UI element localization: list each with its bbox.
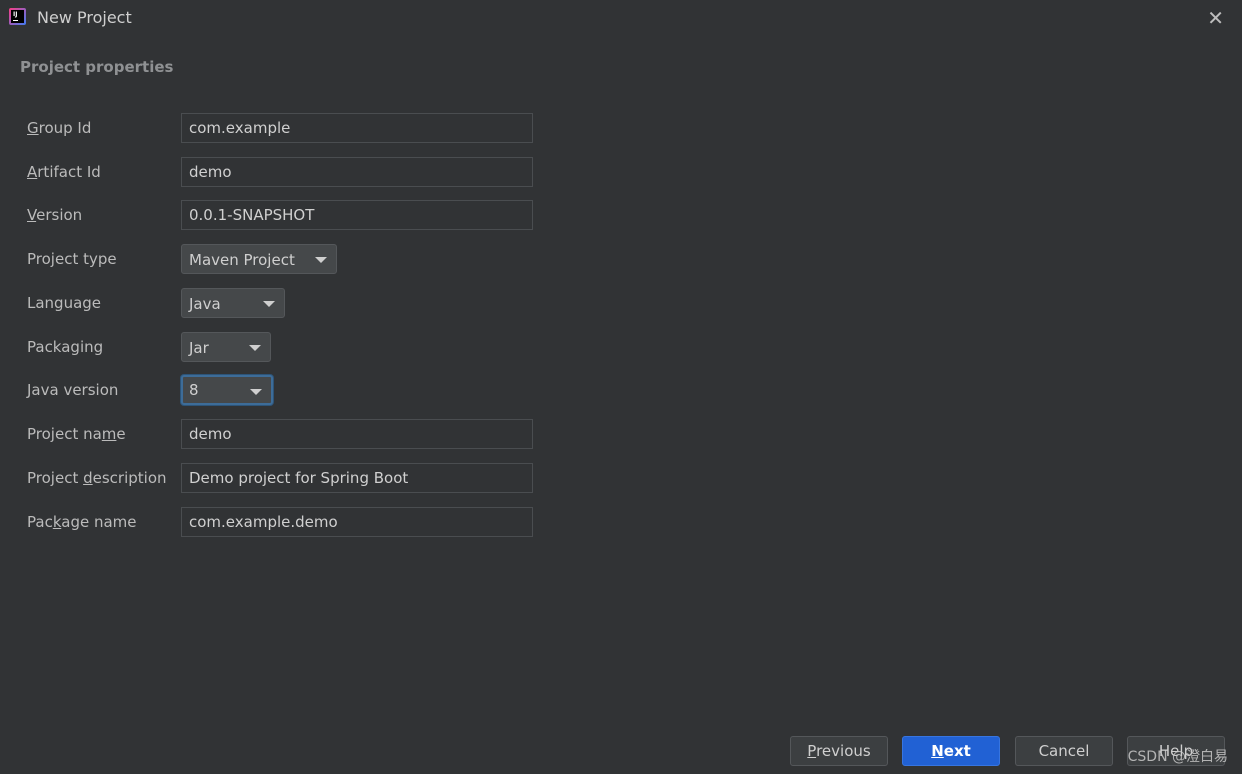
close-icon[interactable]: ✕ [1207, 6, 1224, 30]
chevron-down-icon [250, 389, 262, 395]
package-name-input[interactable]: com.example.demo [181, 507, 533, 537]
java-version-label: Java version [27, 381, 119, 399]
cancel-button[interactable]: Cancel [1015, 736, 1113, 766]
version-input[interactable]: 0.0.1-SNAPSHOT [181, 200, 533, 230]
project-type-selected-value: Maven Project [189, 251, 295, 269]
package-name-label: Package name [27, 513, 137, 531]
language-label: Language [27, 294, 102, 312]
watermark: CSDN @澄白易 [1127, 749, 1228, 765]
artifact-id-label: Artifact Id [27, 163, 101, 181]
project-type-dropdown[interactable]: Maven Project [181, 244, 337, 274]
language-selected-value: Java [189, 295, 221, 313]
packaging-label: Packaging [27, 338, 104, 356]
version-label: Version [27, 206, 83, 224]
project-type-label: Project type [27, 250, 117, 268]
chevron-down-icon [249, 345, 261, 351]
project-name-label: Project name [27, 425, 126, 443]
previous-button[interactable]: Previous [790, 736, 888, 766]
java-version-selected-value: 8 [189, 381, 199, 399]
chevron-down-icon [315, 257, 327, 263]
next-button[interactable]: Next [902, 736, 1000, 766]
previous-label: Previous [807, 742, 871, 760]
packaging-selected-value: Jar [189, 339, 209, 357]
project-description-label: Project description [27, 469, 167, 487]
java-version-dropdown[interactable]: 8 [181, 375, 273, 405]
language-dropdown[interactable]: Java [181, 288, 285, 318]
artifact-id-input[interactable]: demo [181, 157, 533, 187]
intellij-app-icon: IJ [9, 8, 26, 25]
project-name-input[interactable]: demo [181, 419, 533, 449]
chevron-down-icon [263, 301, 275, 307]
title-bar: IJ New Project ✕ [0, 0, 1242, 36]
group-id-input[interactable]: com.example [181, 113, 533, 143]
group-id-label: Group Id [27, 119, 92, 137]
section-title: Project properties [20, 58, 174, 76]
window-title: New Project [37, 8, 132, 27]
packaging-dropdown[interactable]: Jar [181, 332, 271, 362]
project-description-input[interactable]: Demo project for Spring Boot [181, 463, 533, 493]
